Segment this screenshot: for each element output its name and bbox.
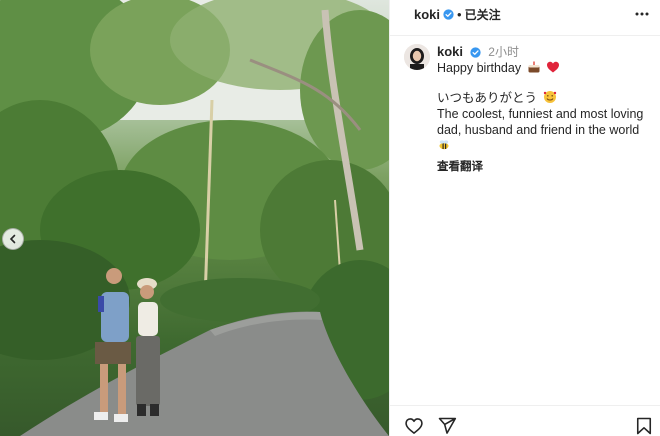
chevron-left-icon [9,234,16,244]
verified-badge-icon [443,8,454,20]
caption-line-2: いつもありがとう [437,90,652,106]
post-header: koki • 已关注 [390,0,660,28]
see-translation-link[interactable]: 查看翻译 [437,158,652,174]
jungle-road-photo [0,0,389,436]
caption-line-3: The coolest, funniest and most loving da… [437,106,652,138]
avatar-image [404,44,430,70]
caption-line-4 [437,138,652,154]
post-side-panel: koki • 已关注 koki 2小时 Happy birthday いつもあり… [389,0,660,436]
verified-badge-icon [470,47,481,58]
caption-username[interactable]: koki [437,44,463,59]
more-options-icon[interactable] [635,7,649,21]
caption-text-birthday: Happy birthday [437,61,522,75]
send-icon[interactable] [437,416,457,436]
post-photo[interactable] [0,0,389,436]
header-username[interactable]: koki [414,7,440,22]
cake-emoji [528,61,540,73]
post-action-bar [390,405,660,436]
caption-text-dad: The coolest, funniest and most loving da… [437,107,644,137]
caption-header: koki 2小时 [437,44,652,60]
carousel-prev-button[interactable] [2,228,24,250]
bee-emoji [439,140,449,150]
header-divider [390,35,660,36]
post-caption: koki 2小时 Happy birthday いつもありがとう The coo… [437,44,652,174]
heart-icon[interactable] [404,416,424,436]
avatar[interactable] [404,44,430,70]
woman-figure [136,278,160,416]
header-separator: • [457,6,462,22]
caption-text-thanks: いつもありがとう [437,91,538,105]
bookmark-icon[interactable] [634,416,654,436]
caption-line-1: Happy birthday [437,60,652,76]
red-heart-emoji [547,61,560,73]
follow-status-button[interactable]: 已关注 [465,6,501,23]
post-time[interactable]: 2小时 [488,45,519,59]
smiling-face-with-hearts-emoji [543,91,556,103]
